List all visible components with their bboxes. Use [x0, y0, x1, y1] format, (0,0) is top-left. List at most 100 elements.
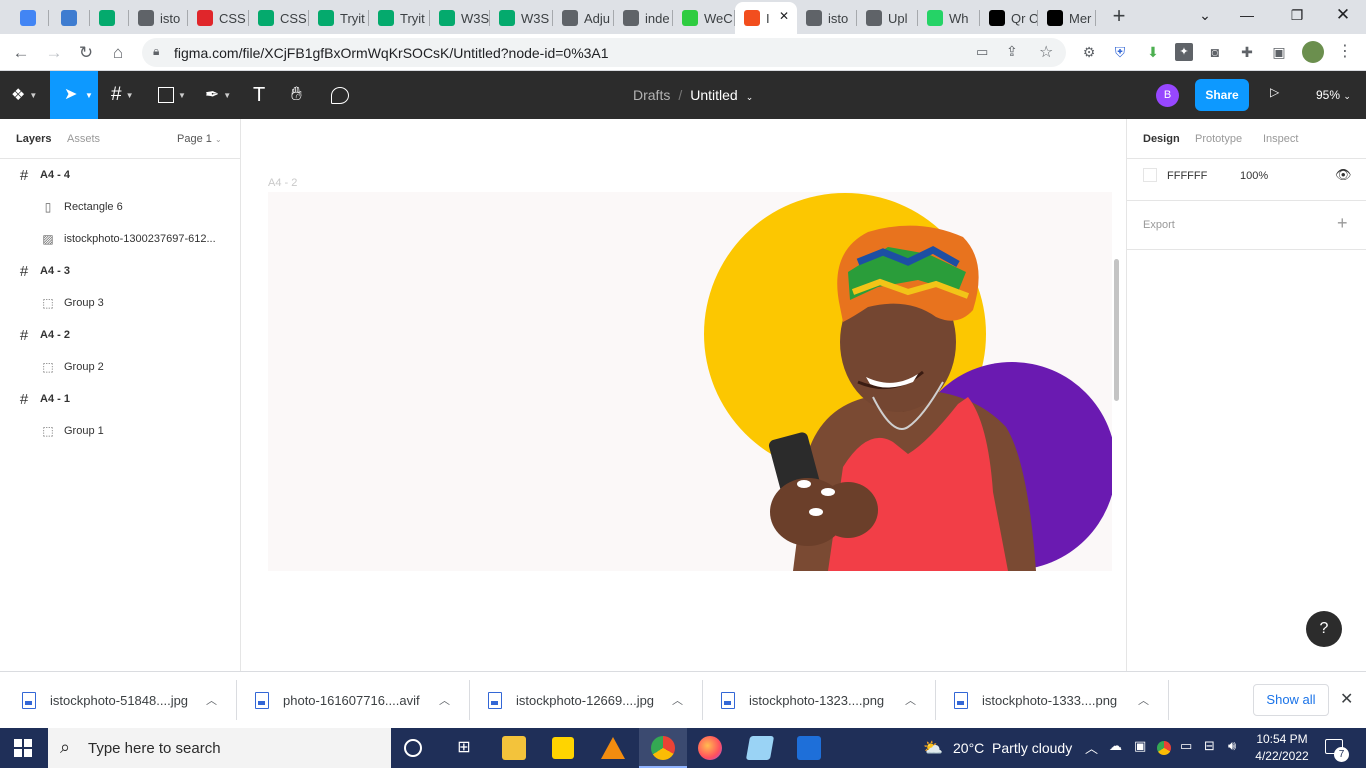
color-swatch[interactable]: [1143, 168, 1157, 182]
frame-tool-button[interactable]: # ▼: [111, 83, 134, 107]
show-all-downloads-button[interactable]: Show all: [1253, 684, 1329, 716]
fill-opacity-value[interactable]: 100%: [1240, 170, 1268, 182]
chevron-up-icon[interactable]: ︿: [672, 692, 683, 708]
back-button[interactable]: ←: [10, 42, 32, 64]
side-panel-icon[interactable]: ▣: [1270, 43, 1288, 61]
extension-camera-icon[interactable]: ◙: [1206, 43, 1224, 61]
browser-tab[interactable]: CSS: [188, 4, 249, 32]
notes-app-icon[interactable]: [745, 736, 775, 760]
design-canvas[interactable]: A4 - 2: [241, 119, 1126, 671]
reload-button[interactable]: ↻: [75, 42, 97, 64]
browser-tab[interactable]: Qr C: [980, 4, 1038, 32]
network-icon[interactable]: ⊟: [1204, 738, 1215, 754]
tab-search-chevron-icon[interactable]: ⌄: [1182, 4, 1228, 26]
layer-row[interactable]: # A4 - 4: [0, 159, 240, 191]
browser-tab[interactable]: Tryit: [309, 4, 369, 32]
download-item[interactable]: istockphoto-12669....jpg ︿: [488, 672, 698, 728]
extension-download-icon[interactable]: ⬇: [1144, 43, 1162, 61]
weather-text[interactable]: 20°C Partly cloudy: [953, 740, 1072, 756]
chevron-up-icon[interactable]: ︿: [1138, 692, 1149, 708]
frame-a4-2[interactable]: [268, 192, 1112, 571]
browser-tab[interactable]: isto: [129, 4, 188, 32]
browser-tab[interactable]: Wh: [918, 4, 980, 32]
canvas-scrollbar[interactable]: [1114, 259, 1119, 401]
extension-puzzle-dark-icon[interactable]: ✦: [1175, 43, 1193, 61]
extension-bike-icon[interactable]: ⚙: [1080, 43, 1098, 61]
close-window-button[interactable]: ✕: [1320, 4, 1366, 26]
breadcrumb-drafts-link[interactable]: Drafts: [633, 87, 670, 103]
layer-row[interactable]: # A4 - 1: [0, 383, 240, 415]
task-view-icon[interactable]: ⊞: [452, 736, 476, 760]
tab-design[interactable]: Design: [1143, 133, 1180, 145]
extensions-puzzle-icon[interactable]: ✚: [1238, 43, 1256, 61]
firefox-icon[interactable]: [698, 736, 722, 760]
taskbar-search-box[interactable]: ⌕ Type here to search: [48, 728, 391, 768]
chevron-up-icon[interactable]: ︿: [206, 692, 217, 708]
photos-icon[interactable]: [797, 736, 821, 760]
browser-tab[interactable]: [90, 4, 129, 32]
browser-tab[interactable]: inde: [614, 4, 673, 32]
layer-row[interactable]: # A4 - 2: [0, 319, 240, 351]
taskbar-clock[interactable]: 10:54 PM 4/22/2022: [1252, 731, 1312, 765]
layer-row[interactable]: ⬚ Group 1: [0, 415, 240, 447]
chevron-up-icon[interactable]: ︿: [439, 692, 450, 708]
comment-tool-button[interactable]: [331, 83, 349, 107]
present-play-icon[interactable]: ▷: [1270, 85, 1288, 105]
user-avatar[interactable]: B: [1156, 84, 1179, 107]
page-selector[interactable]: Page 1 ⌄: [177, 133, 222, 145]
chrome-tray-icon[interactable]: [1157, 741, 1171, 755]
text-tool-button[interactable]: T: [253, 83, 265, 107]
share-icon[interactable]: ⇪: [1006, 43, 1018, 60]
tab-prototype[interactable]: Prototype: [1195, 133, 1242, 145]
sticky-notes-icon[interactable]: [552, 737, 574, 759]
frame-label[interactable]: A4 - 2: [268, 177, 297, 189]
browser-tab[interactable]: I ✕: [735, 2, 797, 34]
download-item[interactable]: istockphoto-1323....png ︿: [721, 672, 931, 728]
browser-tab[interactable]: [11, 4, 49, 32]
help-button[interactable]: ?: [1306, 611, 1342, 647]
shape-tool-button[interactable]: ▼: [158, 83, 186, 107]
hero-artwork[interactable]: [268, 192, 1112, 571]
url-text[interactable]: figma.com/file/XCjFB1gfBxOrmWqKrSOCsK/Un…: [174, 45, 609, 61]
tab-assets[interactable]: Assets: [67, 133, 100, 145]
close-downloads-icon[interactable]: ✕: [1340, 689, 1353, 709]
layer-row[interactable]: ▨ istockphoto-1300237697-612...: [0, 223, 240, 255]
omnibox[interactable]: 🔒︎ figma.com/file/XCjFB1gfBxOrmWqKrSOCsK…: [142, 38, 1066, 67]
vlc-icon[interactable]: [601, 737, 625, 759]
figma-main-menu-button[interactable]: ❖ ▼: [11, 83, 37, 107]
layer-row[interactable]: ▯ Rectangle 6: [0, 191, 240, 223]
weather-cloud-sun-icon[interactable]: ⛅: [923, 738, 943, 758]
download-item[interactable]: photo-161607716....avif ︿: [255, 672, 465, 728]
zoom-dropdown[interactable]: 95% ⌄: [1316, 88, 1351, 102]
fill-hex-value[interactable]: FFFFFF: [1167, 170, 1207, 182]
browser-tab[interactable]: W3S: [430, 4, 490, 32]
chevron-down-icon[interactable]: ⌄: [746, 92, 754, 102]
hand-tool-button[interactable]: ✋︎: [291, 83, 302, 107]
share-button[interactable]: Share: [1195, 79, 1249, 111]
forward-button[interactable]: →: [43, 42, 65, 64]
home-button[interactable]: ⌂: [107, 42, 129, 64]
chrome-taskbar-button[interactable]: [639, 728, 687, 768]
new-tab-button[interactable]: +: [1105, 5, 1133, 29]
layer-row[interactable]: ⬚ Group 2: [0, 351, 240, 383]
layer-row[interactable]: # A4 - 3: [0, 255, 240, 287]
browser-tab[interactable]: isto: [797, 4, 857, 32]
pen-tool-button[interactable]: ✒ ▼: [205, 83, 231, 107]
extension-shield-icon[interactable]: ⛨: [1111, 43, 1129, 61]
tab-inspect[interactable]: Inspect: [1263, 133, 1298, 145]
browser-tab[interactable]: WeC: [673, 4, 735, 32]
browser-tab[interactable]: Tryit: [369, 4, 430, 32]
layer-row[interactable]: ⬚ Group 3: [0, 287, 240, 319]
browser-tab[interactable]: Adju: [553, 4, 614, 32]
bookmark-star-icon[interactable]: ☆: [1039, 42, 1053, 62]
document-title[interactable]: Untitled: [690, 87, 737, 103]
restore-button[interactable]: ❐: [1274, 4, 1320, 26]
browser-tab[interactable]: [52, 4, 90, 32]
eye-visibility-icon[interactable]: 👁︎: [1335, 167, 1352, 183]
save-page-icon[interactable]: ▭: [976, 44, 988, 60]
move-tool-button[interactable]: ➤ ▼: [50, 71, 98, 119]
volume-icon[interactable]: 🔊︎: [1228, 738, 1236, 754]
add-export-icon[interactable]: +: [1337, 213, 1348, 234]
browser-tab[interactable]: W3S: [490, 4, 553, 32]
chevron-up-icon[interactable]: ︿: [905, 692, 916, 708]
